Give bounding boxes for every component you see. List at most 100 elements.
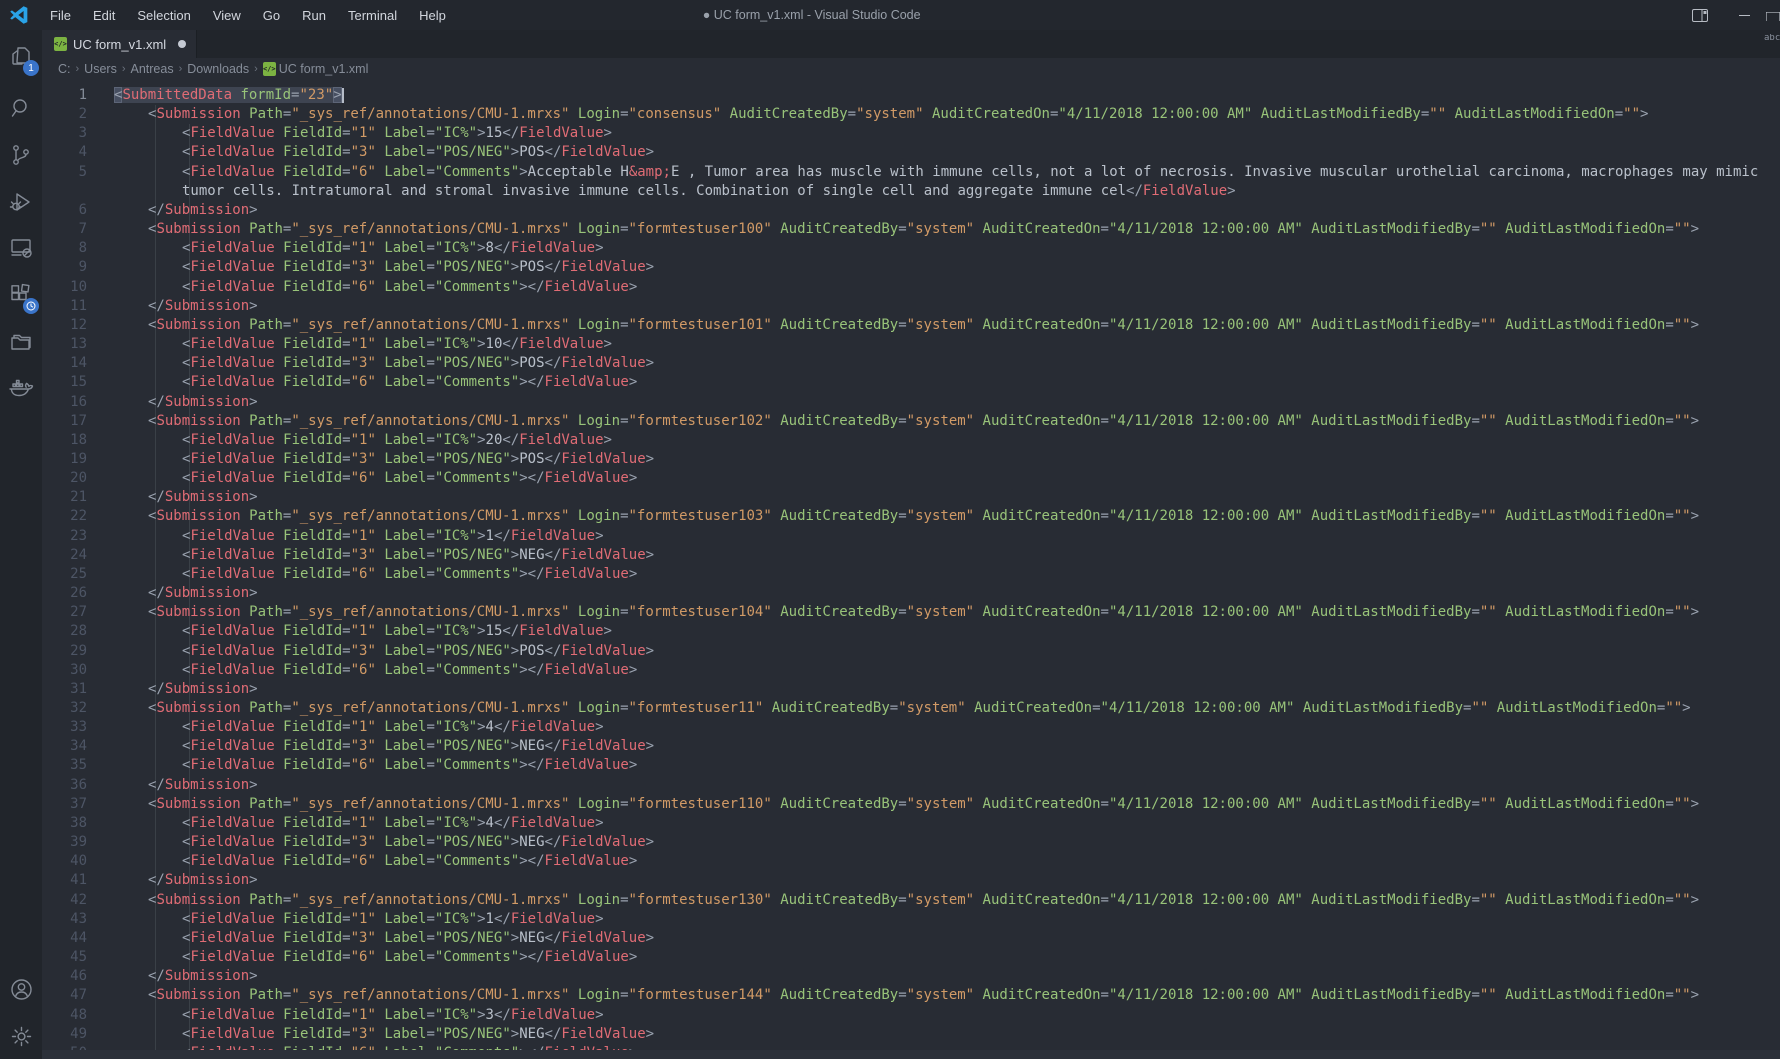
- code-text[interactable]: <FieldValue FieldId="3" Label="POS/NEG">…: [114, 258, 654, 277]
- code-text[interactable]: <FieldValue FieldId="1" Label="IC%">8</F…: [114, 239, 604, 258]
- minimize-button[interactable]: [1722, 0, 1766, 30]
- code-text[interactable]: <FieldValue FieldId="1" Label="IC%">10</…: [114, 335, 612, 354]
- code-text[interactable]: </Submission>: [114, 584, 258, 603]
- search-icon[interactable]: [0, 87, 42, 129]
- breadcrumb-item[interactable]: Users: [84, 62, 117, 76]
- code-text[interactable]: <FieldValue FieldId="3" Label="POS/NEG">…: [114, 642, 654, 661]
- code-line: 12<Submission Path="_sys_ref/annotations…: [42, 316, 1780, 335]
- code-text[interactable]: <FieldValue FieldId="3" Label="POS/NEG">…: [114, 450, 654, 469]
- extensions-icon[interactable]: [0, 274, 42, 316]
- settings-icon[interactable]: [0, 1015, 42, 1057]
- code-text[interactable]: <FieldValue FieldId="6" Label="Comments"…: [114, 565, 637, 584]
- code-text[interactable]: <Submission Path="_sys_ref/annotations/C…: [114, 412, 1699, 431]
- breadcrumb-item[interactable]: Downloads: [187, 62, 249, 76]
- line-number: 3: [42, 124, 114, 143]
- code-text[interactable]: </Submission>: [114, 967, 258, 986]
- code-text[interactable]: <FieldValue FieldId="3" Label="POS/NEG">…: [114, 833, 654, 852]
- code-text[interactable]: </Submission>: [114, 393, 258, 412]
- code-text[interactable]: <FieldValue FieldId="1" Label="IC%">4</F…: [114, 814, 604, 833]
- code-text[interactable]: <Submission Path="_sys_ref/annotations/C…: [114, 986, 1699, 1005]
- remote-explorer-icon[interactable]: [0, 227, 42, 269]
- folder-explorer-icon[interactable]: [0, 321, 42, 363]
- tab-uc-form-v1-xml[interactable]: </> UC form_v1.xml: [42, 30, 197, 58]
- code-text[interactable]: <FieldValue FieldId="1" Label="IC%">1</F…: [114, 910, 604, 929]
- menu-selection[interactable]: Selection: [126, 0, 201, 30]
- menu-terminal[interactable]: Terminal: [337, 0, 408, 30]
- code-text[interactable]: </Submission>: [114, 297, 258, 316]
- explorer-badge: 1: [23, 60, 39, 76]
- code-text[interactable]: <FieldValue FieldId="3" Label="POS/NEG">…: [114, 354, 654, 373]
- code-text[interactable]: <FieldValue FieldId="6" Label="Comments"…: [114, 852, 637, 871]
- selection-highlight: <SubmittedData formId="23">: [114, 87, 342, 103]
- menu-run[interactable]: Run: [291, 0, 337, 30]
- code-text[interactable]: <FieldValue FieldId="1" Label="IC%">15</…: [114, 622, 612, 641]
- code-line: 42<Submission Path="_sys_ref/annotations…: [42, 891, 1780, 910]
- code-line: 15<FieldValue FieldId="6" Label="Comment…: [42, 373, 1780, 392]
- menu-view[interactable]: View: [202, 0, 252, 30]
- code-line: 10<FieldValue FieldId="6" Label="Comment…: [42, 278, 1780, 297]
- line-number: 13: [42, 335, 114, 354]
- code-text[interactable]: <FieldValue FieldId="3" Label="POS/NEG">…: [114, 546, 654, 565]
- code-text[interactable]: <Submission Path="_sys_ref/annotations/C…: [114, 105, 1648, 124]
- code-text[interactable]: <FieldValue FieldId="1" Label="IC%">20</…: [114, 431, 612, 450]
- breadcrumb-item[interactable]: Antreas: [131, 62, 174, 76]
- code-text[interactable]: <FieldValue FieldId="6" Label="Comments"…: [114, 756, 637, 775]
- line-number: 44: [42, 929, 114, 948]
- line-number: 4: [42, 143, 114, 162]
- code-text[interactable]: </Submission>: [114, 776, 258, 795]
- horizontal-scrollbar-track[interactable]: [42, 1050, 1780, 1059]
- code-text[interactable]: tumor cells. Intratumoral and stromal in…: [114, 182, 1236, 201]
- code-text[interactable]: <FieldValue FieldId="1" Label="IC%">1</F…: [114, 527, 604, 546]
- code-text[interactable]: <FieldValue FieldId="6" Label="Comments"…: [114, 373, 637, 392]
- code-text[interactable]: <FieldValue FieldId="6" Label="Comments"…: [114, 661, 637, 680]
- code-text[interactable]: <FieldValue FieldId="1" Label="IC%">3</F…: [114, 1006, 604, 1025]
- tab-bar: </> UC form_v1.xml: [42, 30, 1780, 58]
- code-text[interactable]: <FieldValue FieldId="6" Label="Comments"…: [114, 948, 637, 967]
- run-and-debug-icon[interactable]: [0, 181, 42, 223]
- accounts-icon[interactable]: [0, 968, 42, 1010]
- line-number: 1: [42, 86, 114, 105]
- word-wrap-icon[interactable]: abc↵: [1764, 34, 1780, 54]
- code-text[interactable]: </Submission>: [114, 488, 258, 507]
- line-number: 22: [42, 507, 114, 526]
- window-controls: [1678, 0, 1780, 30]
- code-text[interactable]: <FieldValue FieldId="3" Label="POS/NEG">…: [114, 143, 654, 162]
- menu-help[interactable]: Help: [408, 0, 457, 30]
- code-text[interactable]: <Submission Path="_sys_ref/annotations/C…: [114, 699, 1691, 718]
- explorer-icon[interactable]: 1: [0, 36, 42, 78]
- code-text[interactable]: <FieldValue FieldId="6" Label="Comments"…: [114, 278, 637, 297]
- breadcrumb-item[interactable]: </>UC form_v1.xml: [263, 62, 369, 76]
- docker-icon[interactable]: [0, 367, 42, 409]
- source-control-icon[interactable]: [0, 134, 42, 176]
- code-text[interactable]: <FieldValue FieldId="3" Label="POS/NEG">…: [114, 929, 654, 948]
- code-line: 6</Submission>: [42, 201, 1780, 220]
- code-text[interactable]: </Submission>: [114, 201, 258, 220]
- code-text[interactable]: <Submission Path="_sys_ref/annotations/C…: [114, 891, 1699, 910]
- code-text[interactable]: <SubmittedData formId="23">: [114, 86, 344, 105]
- modified-indicator-dot[interactable]: [178, 40, 186, 48]
- code-text[interactable]: <FieldValue FieldId="3" Label="POS/NEG">…: [114, 737, 654, 756]
- editor-pane[interactable]: 1<SubmittedData formId="23">2<Submission…: [42, 80, 1780, 1059]
- code-text[interactable]: <Submission Path="_sys_ref/annotations/C…: [114, 220, 1699, 239]
- code-text[interactable]: <Submission Path="_sys_ref/annotations/C…: [114, 603, 1699, 622]
- code-text[interactable]: <FieldValue FieldId="6" Label="Comments"…: [114, 469, 637, 488]
- code-line: 5<FieldValue FieldId="6" Label="Comments…: [42, 163, 1780, 182]
- menu-edit[interactable]: Edit: [82, 0, 126, 30]
- line-number: 35: [42, 756, 114, 775]
- code-text[interactable]: <FieldValue FieldId="3" Label="POS/NEG">…: [114, 1025, 654, 1044]
- maximize-button[interactable]: [1766, 0, 1780, 30]
- code-text[interactable]: </Submission>: [114, 871, 258, 890]
- code-text[interactable]: <Submission Path="_sys_ref/annotations/C…: [114, 507, 1699, 526]
- code-text[interactable]: <FieldValue FieldId="6" Label="Comments"…: [114, 163, 1758, 182]
- code-text[interactable]: <Submission Path="_sys_ref/annotations/C…: [114, 316, 1699, 335]
- code-rows: 1<SubmittedData formId="23">2<Submission…: [42, 86, 1780, 1059]
- code-text[interactable]: <FieldValue FieldId="1" Label="IC%">4</F…: [114, 718, 604, 737]
- customize-layout-button[interactable]: [1678, 0, 1722, 30]
- menu-file[interactable]: File: [39, 0, 82, 30]
- breadcrumb-item[interactable]: C:: [58, 62, 71, 76]
- menu-go[interactable]: Go: [252, 0, 291, 30]
- code-text[interactable]: <FieldValue FieldId="1" Label="IC%">15</…: [114, 124, 612, 143]
- code-text[interactable]: <Submission Path="_sys_ref/annotations/C…: [114, 795, 1699, 814]
- code-text[interactable]: </Submission>: [114, 680, 258, 699]
- code-line: 3<FieldValue FieldId="1" Label="IC%">15<…: [42, 124, 1780, 143]
